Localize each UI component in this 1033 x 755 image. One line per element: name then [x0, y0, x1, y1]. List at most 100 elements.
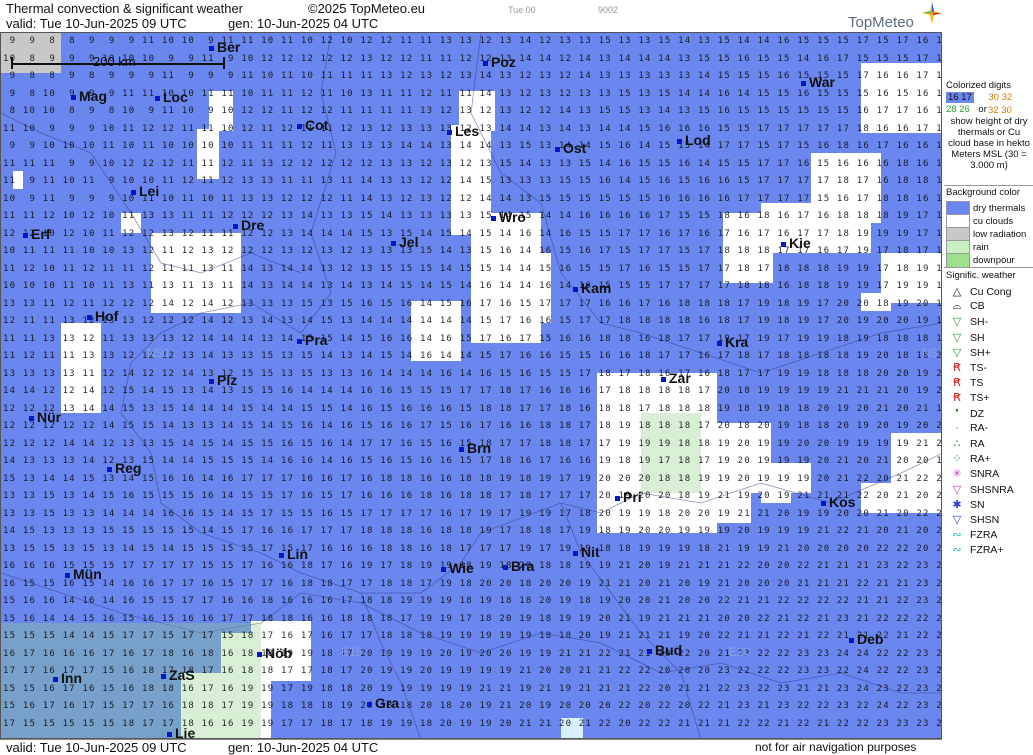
grid-label-n50: N50 — [147, 346, 170, 360]
city-ost[interactable]: Ost — [555, 140, 586, 156]
colorized-sample-2: 30 32 — [988, 92, 1013, 103]
weather-label: SH — [970, 331, 985, 344]
legend-bg-label: downpour — [973, 255, 1015, 267]
weather-symbol-icon: Ꞧ — [953, 362, 961, 374]
legend-weather-item: ⌓ CB — [948, 300, 985, 313]
colorized-samples: 16 17 30 32 — [946, 92, 1012, 103]
copyright: ©2025 TopMeteo.eu — [308, 1, 426, 16]
city-poz[interactable]: Poz — [483, 54, 516, 70]
city-loc[interactable]: Loc — [155, 89, 188, 105]
city-kie[interactable]: Kie — [781, 235, 811, 251]
city-deb[interactable]: Deb — [849, 631, 883, 647]
legend-weather-item: ▽ SH- — [948, 315, 988, 328]
city-war[interactable]: War — [801, 74, 835, 90]
weather-label: SHSNRA — [970, 483, 1014, 496]
weather-label: RA — [970, 438, 985, 450]
legend-swatch — [946, 253, 970, 268]
city-lin[interactable]: Lin — [279, 546, 308, 562]
city-zas[interactable]: ZaS — [161, 667, 195, 683]
weather-symbol-icon: △ — [952, 286, 962, 298]
logo-text: TopMeteo — [848, 14, 914, 31]
valid-time: valid: Tue 10-Jun-2025 09 UTC — [6, 16, 187, 31]
legend-weather-item: ✳ SNRA — [948, 467, 999, 480]
city-kra[interactable]: Kra — [717, 334, 748, 350]
legend-weather-item: ▽ SHSNRA — [948, 483, 1014, 496]
city-jel[interactable]: Jel — [391, 234, 418, 250]
footer-generated-time: gen: 10-Jun-2025 04 UTC — [228, 740, 379, 755]
colorized-description: show height of dry thermals or Cu cloud … — [948, 116, 1030, 171]
city-cot[interactable]: Cot — [297, 117, 328, 133]
city-nit[interactable]: Nit — [573, 544, 600, 560]
weather-map[interactable]: 9 9 8 8 9 9 9 11 10 10 9 11 11 10 11 10 … — [0, 32, 942, 739]
city-reg[interactable]: Reg — [107, 460, 141, 476]
legend-weather-item: △ Cu Cong — [948, 285, 1012, 298]
weather-symbol-icon: · — [955, 421, 959, 434]
weather-symbol-icon: ▽ — [952, 331, 962, 344]
weather-label: TS- — [970, 362, 987, 374]
weather-label: SH+ — [970, 346, 991, 359]
city-mag[interactable]: Mag — [71, 88, 107, 104]
city-gra[interactable]: Gra — [367, 695, 399, 711]
legend-bg-label: low radiation — [973, 229, 1027, 241]
weather-symbol-icon: Ꞧ — [953, 377, 961, 390]
weather-label: TS+ — [970, 392, 990, 405]
city-plz[interactable]: Plz — [209, 372, 237, 388]
legend-bg-label: cu clouds — [973, 216, 1014, 228]
city-wro[interactable]: Wro — [491, 209, 526, 225]
city-lie[interactable]: Lie — [167, 725, 195, 738]
city-les[interactable]: Les — [447, 123, 479, 139]
colorized-or: or — [978, 104, 987, 115]
weather-label: SNRA — [970, 468, 1000, 481]
compass-star-icon — [922, 2, 942, 24]
topmeteo-logo[interactable]: TopMeteo — [848, 2, 942, 32]
city-kam[interactable]: Kam — [573, 280, 611, 296]
footer-disclaimer: not for air navigation purposes — [755, 740, 917, 754]
legend-weather-item: · RA- — [948, 422, 988, 434]
city-wie[interactable]: Wie — [441, 560, 474, 576]
weather-label: SHSN — [970, 514, 1000, 526]
city-bra[interactable]: Bra — [503, 558, 534, 574]
city-pra[interactable]: Pra — [297, 332, 328, 348]
city-nur[interactable]: Nür — [29, 409, 61, 425]
city-lod[interactable]: Lod — [677, 132, 711, 148]
colorized-sample-4: 32 30 — [988, 105, 1012, 116]
legend-weather-item: ∾ FZRA+ — [948, 543, 1004, 557]
weather-label: TS — [970, 377, 984, 390]
weather-symbol-icon: ▽ — [952, 346, 962, 359]
city-pri[interactable]: Pri — [615, 489, 642, 505]
city-inn[interactable]: Inn — [53, 670, 82, 686]
weather-label: DZ — [970, 407, 984, 420]
weather-symbol-icon: ❜ — [955, 407, 959, 420]
city-erf[interactable]: Erf — [23, 226, 50, 242]
city-hof[interactable]: Hof — [87, 308, 118, 324]
city-ber[interactable]: Ber — [209, 39, 240, 55]
weather-label: SH- — [970, 316, 989, 329]
grid-label-e20: E20 — [729, 645, 751, 659]
weather-label: Cu Cong — [970, 286, 1012, 298]
city-bud[interactable]: Bud — [647, 642, 682, 658]
weather-symbol-icon: ✱ — [952, 498, 962, 511]
footer-valid-time: valid: Tue 10-Jun-2025 09 UTC — [6, 740, 187, 755]
weather-label: RA+ — [970, 453, 991, 466]
weather-symbol-icon: ▽ — [952, 514, 962, 526]
legend-weather-item: ▽ SH — [948, 331, 985, 344]
legend-weather-item: ⁘ RA+ — [948, 452, 991, 466]
grid-label-e15: E15 — [341, 645, 363, 659]
weather-symbol-icon: ⌓ — [952, 300, 962, 313]
weather-label: RA- — [970, 421, 989, 434]
header-small-text-2: 9002 — [598, 5, 619, 15]
weather-symbol-icon: ∴ — [953, 438, 961, 450]
legend-weather-item: ✱ SN — [948, 498, 984, 511]
city-mun[interactable]: Mün — [65, 566, 102, 582]
weather-label: FZRA+ — [970, 544, 1004, 557]
city-lei[interactable]: Lei — [131, 183, 159, 199]
generated-time: gen: 10-Jun-2025 04 UTC — [228, 16, 379, 31]
city-dre[interactable]: Dre — [233, 217, 264, 233]
city-nob[interactable]: Nöb — [257, 645, 292, 661]
weather-symbol-icon: ∾ — [952, 544, 962, 557]
city-kos[interactable]: Kos — [821, 494, 855, 510]
weather-symbol-icon: ▽ — [952, 316, 962, 329]
city-zar[interactable]: Zar — [661, 370, 691, 386]
city-brn[interactable]: Brn — [459, 440, 491, 456]
scale-label: 200 km — [93, 54, 136, 69]
